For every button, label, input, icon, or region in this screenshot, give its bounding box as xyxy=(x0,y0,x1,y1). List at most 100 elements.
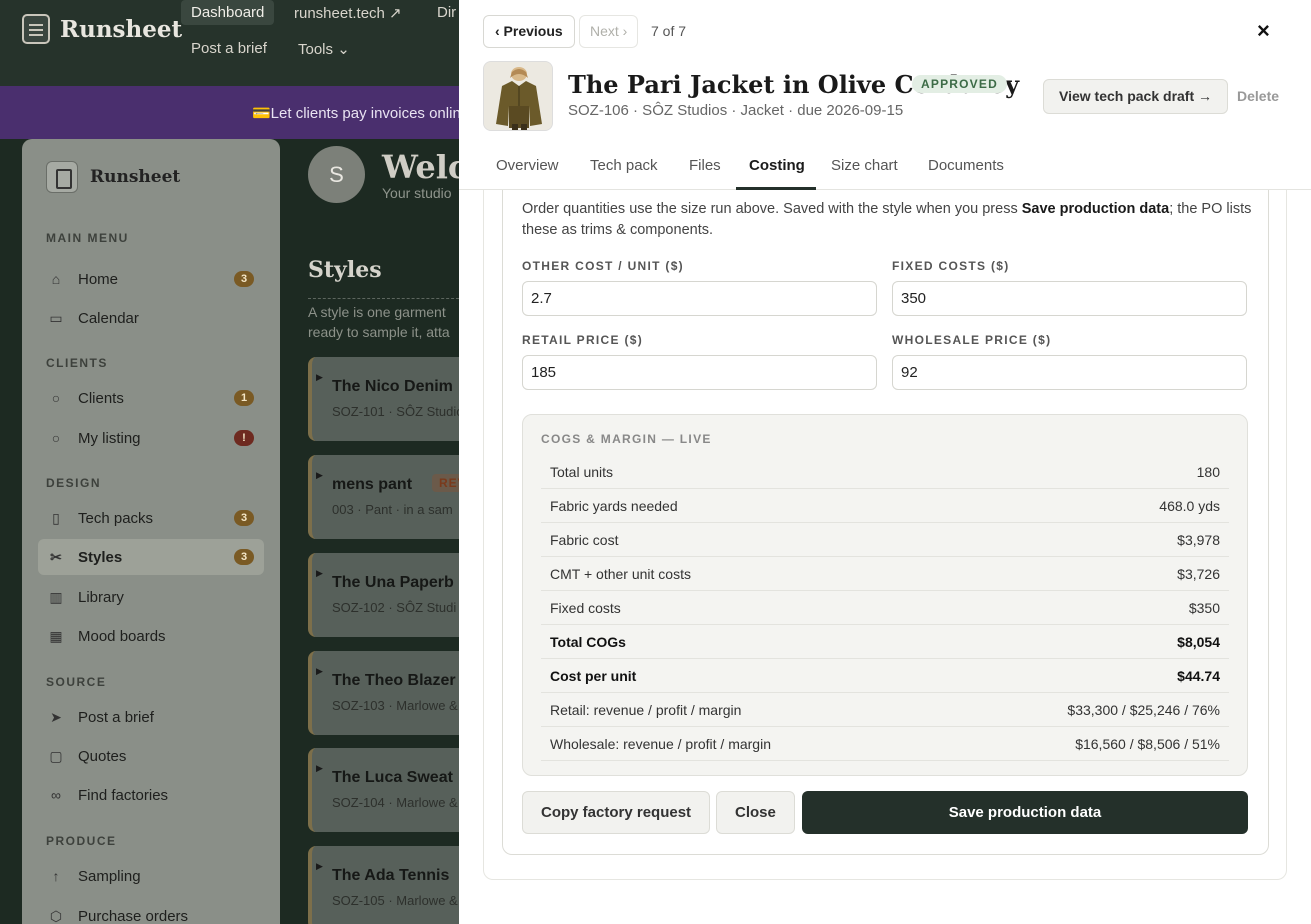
nav-tools-label: Tools xyxy=(298,41,334,58)
brand[interactable]: Runsheet xyxy=(22,14,182,44)
close-button[interactable]: Close xyxy=(716,791,795,834)
cogs-row-value: $8,054 xyxy=(1177,633,1220,650)
jacket-photo-icon xyxy=(484,62,552,130)
books-icon: ▥ xyxy=(49,589,63,605)
calendar-icon: ▭ xyxy=(49,310,63,326)
fixed-costs-input[interactable] xyxy=(892,281,1247,316)
sidebar-item-label: Sampling xyxy=(78,867,141,885)
note-text: Order quantities use the size run above.… xyxy=(522,201,1022,217)
style-card-subtitle: SOZ-102 · SÔZ Studi xyxy=(332,600,457,615)
sidebar-item-find-factories[interactable]: ∞ Find factories xyxy=(38,777,264,813)
sidebar-item-mood-boards[interactable]: ▦ Mood boards xyxy=(38,618,264,654)
retail-price-label: RETAIL PRICE ($) xyxy=(522,333,644,347)
style-card-title: The Luca Sweat xyxy=(332,769,453,786)
sidebar-item-tech-packs[interactable]: ▯ Tech packs 3 xyxy=(38,500,264,536)
sidebar-item-label: Calendar xyxy=(78,309,139,327)
expand-triangle-icon: ▶ xyxy=(316,372,323,382)
close-icon[interactable]: × xyxy=(1257,18,1270,44)
tab-tech-pack[interactable]: Tech pack xyxy=(590,157,658,174)
sidebar-item-label: Tech packs xyxy=(78,509,154,527)
next-button[interactable]: Next › xyxy=(579,15,639,48)
expand-triangle-icon: ▶ xyxy=(316,861,323,871)
cogs-row-value: $3,978 xyxy=(1177,531,1220,548)
retail-price-input[interactable] xyxy=(522,355,877,390)
tab-documents[interactable]: Documents xyxy=(928,157,1004,174)
cogs-row-value: $16,560 / $8,506 / 51% xyxy=(1075,735,1220,752)
nav-tools[interactable]: Tools ⌄ xyxy=(298,40,350,58)
expand-triangle-icon: ▶ xyxy=(316,470,323,480)
sidebar-item-quotes[interactable]: ▢ Quotes xyxy=(38,738,264,774)
brand-name: Runsheet xyxy=(60,15,183,43)
expand-triangle-icon: ▶ xyxy=(316,763,323,773)
cogs-row-value: 468.0 yds xyxy=(1159,497,1220,514)
cogs-row-label: Fabric cost xyxy=(550,531,619,548)
cogs-row-label: Fabric yards needed xyxy=(550,497,678,514)
save-production-data-button[interactable]: Save production data xyxy=(802,791,1248,834)
sidebar-item-label: Styles xyxy=(78,548,123,566)
cogs-row-value: $350 xyxy=(1188,599,1220,616)
sidebar-item-label: Quotes xyxy=(78,747,127,765)
banner-text: 💳Let clients pay invoices onlin xyxy=(252,105,461,122)
sidebar-item-label: Mood boards xyxy=(78,627,166,645)
cogs-row-label: Total units xyxy=(550,463,614,480)
style-card-subtitle: SOZ-104 · Marlowe & xyxy=(332,795,458,810)
style-card[interactable]: ▶ mens pant REV 003 · Pant · in a sam xyxy=(308,455,478,539)
sidebar-item-label: Home xyxy=(78,270,119,288)
sidebar-item-label: Library xyxy=(78,588,124,606)
count-badge: 3 xyxy=(234,549,254,565)
style-thumbnail[interactable] xyxy=(483,61,553,131)
cogs-row-value: $33,300 / $25,246 / 76% xyxy=(1067,701,1220,718)
style-card[interactable]: ▶ The Nico Denim SOZ-101 · SÔZ Studio xyxy=(308,357,478,441)
clipboard-logo-icon xyxy=(22,14,50,44)
tab-files[interactable]: Files xyxy=(689,157,721,174)
style-meta: SOZ-106 · SÔZ Studios · Jacket · due 202… xyxy=(568,102,904,119)
send-icon: ➤ xyxy=(50,709,62,725)
cogs-row-value: 180 xyxy=(1196,463,1220,480)
nav-dashboard[interactable]: Dashboard xyxy=(181,0,275,25)
quantities-note: Order quantities use the size run above.… xyxy=(522,199,1252,241)
sidebar-item-sampling[interactable]: ↑ Sampling xyxy=(38,858,264,894)
sidebar-item-library[interactable]: ▥ Library xyxy=(38,579,264,615)
box-icon: ⬡ xyxy=(49,908,63,924)
sidebar-item-post-brief[interactable]: ➤ Post a brief xyxy=(38,699,264,735)
cogs-row-label: Wholesale: revenue / profit / margin xyxy=(550,735,771,752)
sidebar-item-label: Purchase orders xyxy=(78,907,189,924)
style-card[interactable]: ▶ The Luca Sweat SOZ-104 · Marlowe & xyxy=(308,748,478,832)
sidebar-brand[interactable]: Runsheet xyxy=(46,161,180,193)
style-card[interactable]: ▶ The Una Paperb SOZ-102 · SÔZ Studi xyxy=(308,553,478,637)
wholesale-price-input[interactable] xyxy=(892,355,1247,390)
sidebar-item-my-listing[interactable]: ○ My listing ! xyxy=(38,420,264,456)
section-produce: PRODUCE xyxy=(46,834,117,848)
sidebar-item-purchase-orders[interactable]: ⬡ Purchase orders xyxy=(38,898,264,924)
style-card-title: The Ada Tennis xyxy=(332,867,450,884)
sidebar-item-styles[interactable]: ✂ Styles 3 xyxy=(38,539,264,575)
tab-overview[interactable]: Overview xyxy=(496,157,559,174)
cogs-total-row: Total COGs $8,054 xyxy=(541,625,1229,659)
sidebar-item-calendar[interactable]: ▭ Calendar xyxy=(38,300,264,336)
styles-description-line: ready to sample it, atta xyxy=(308,324,450,340)
sidebar-brand-name: Runsheet xyxy=(90,167,181,187)
arrow-up-icon: ↑ xyxy=(52,868,60,884)
expand-triangle-icon: ▶ xyxy=(316,568,323,578)
cogs-row-label: CMT + other unit costs xyxy=(550,565,691,582)
other-cost-input[interactable] xyxy=(522,281,877,316)
welcome-subtitle: Your studio xyxy=(382,185,452,201)
tab-size-chart[interactable]: Size chart xyxy=(831,157,898,174)
previous-button[interactable]: ‹ Previous xyxy=(483,15,575,48)
nav-post-brief[interactable]: Post a brief xyxy=(191,40,267,57)
scissors-icon: ✂ xyxy=(50,549,62,565)
nav-runsheet-tech[interactable]: runsheet.tech ↗ xyxy=(294,4,402,22)
style-card[interactable]: ▶ The Theo Blazer SOZ-103 · Marlowe & xyxy=(308,651,478,735)
nav-directory[interactable]: Dir xyxy=(437,4,456,21)
cogs-heading: COGS & MARGIN — LIVE xyxy=(541,432,712,446)
tab-costing[interactable]: Costing xyxy=(749,157,805,174)
fixed-costs-label: FIXED COSTS ($) xyxy=(892,259,1010,273)
style-card[interactable]: ▶ The Ada Tennis SOZ-105 · Marlowe & xyxy=(308,846,478,924)
sidebar-item-home[interactable]: ⌂ Home 3 xyxy=(38,261,264,297)
view-tech-pack-button[interactable]: View tech pack draft → xyxy=(1043,79,1229,114)
sidebar-item-clients[interactable]: ○ Clients 1 xyxy=(38,380,264,416)
delete-button[interactable]: Delete xyxy=(1237,88,1279,104)
avatar[interactable]: S xyxy=(308,146,365,203)
copy-factory-request-button[interactable]: Copy factory request xyxy=(522,791,711,834)
item-counter: 7 of 7 xyxy=(651,23,687,39)
